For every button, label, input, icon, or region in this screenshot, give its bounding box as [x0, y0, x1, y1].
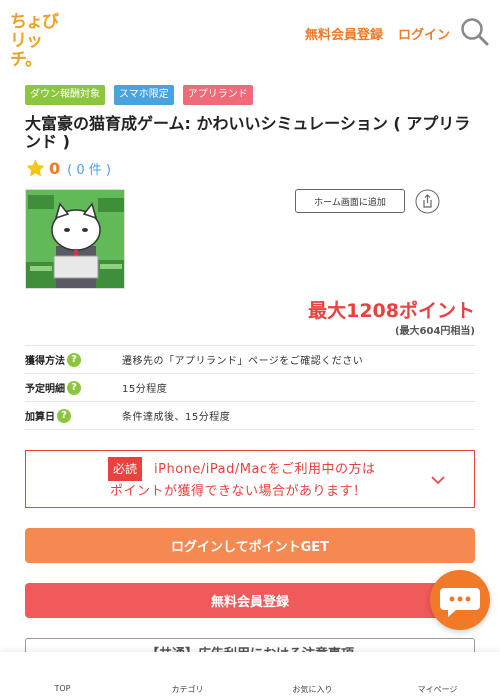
offer-tags: ダウン報酬対象 スマホ限定 アプリランド [25, 85, 253, 105]
rating-score: 0 [49, 159, 61, 178]
chat-icon[interactable] [430, 570, 490, 630]
app-icon [25, 189, 125, 289]
site-logo[interactable]: ちょび リッチ。 [10, 12, 70, 70]
info-key-credit-date: 加算日 [25, 412, 55, 423]
nav-category[interactable]: カテゴリ [125, 652, 250, 700]
nav-favorites[interactable]: お気に入り [250, 652, 375, 700]
cat-money-illustration [26, 190, 124, 288]
max-points: 最大1208ポイント [308, 300, 475, 322]
info-row-schedule: 予定明細? 15分程度 [25, 374, 475, 402]
register-button[interactable]: 無料会員登録 [25, 583, 475, 618]
info-row-method: 獲得方法? 遷移先の「アプリランド」ページをご確認ください [25, 346, 475, 374]
chevron-down-icon [431, 476, 445, 485]
info-value-credit-date: 条件達成後、15分程度 [122, 412, 231, 423]
header: ちょび リッチ。 無料会員登録 ログイン [0, 0, 500, 70]
notice-text: iPhone/iPad/Macをご利用中の方は ポイントが獲得できない場合があり… [110, 459, 390, 503]
info-key-method: 獲得方法 [25, 356, 65, 367]
logo-line2: リッチ。 [10, 31, 43, 70]
header-register-link[interactable]: 無料会員登録 [305, 24, 383, 43]
info-value-schedule: 15分程度 [122, 384, 168, 395]
info-value-method: 遷移先の「アプリランド」ページをご確認ください [122, 356, 364, 367]
help-icon[interactable]: ? [57, 408, 71, 423]
offer-info-table: 獲得方法? 遷移先の「アプリランド」ページをご確認ください 予定明細? 15分程… [25, 345, 475, 430]
chat-bubble-icon [440, 588, 480, 617]
search-icon[interactable] [460, 17, 490, 47]
bottom-nav: TOP カテゴリ お気に入り マイページ [0, 652, 500, 700]
info-key-schedule: 予定明細 [25, 384, 65, 395]
rating: 0 ( 0 件 ) [25, 158, 111, 179]
tag-down-reward: ダウン報酬対象 [25, 85, 105, 105]
tag-smartphone-only: スマホ限定 [114, 85, 174, 105]
notice-line1: iPhone/iPad/Macをご利用中の方は [154, 462, 376, 477]
max-points-yen: (最大604円相当) [394, 326, 475, 337]
logo-line1: ちょび [10, 12, 59, 32]
tag-appliland: アプリランド [182, 85, 253, 105]
info-row-credit-date: 加算日? 条件達成後、15分程度 [25, 402, 475, 430]
header-login-link[interactable]: ログイン [398, 24, 450, 43]
help-icon[interactable]: ? [67, 380, 81, 395]
share-icon[interactable] [415, 189, 440, 214]
nav-mypage[interactable]: マイページ [375, 652, 500, 700]
add-to-home-button[interactable]: ホーム画面に追加 [295, 189, 405, 213]
nav-top[interactable]: TOP [0, 652, 125, 700]
rating-count-link[interactable]: ( 0 件 ) [67, 159, 111, 178]
notice-line2: ポイントが獲得できない場合があります！ [110, 484, 367, 499]
ios-notice-accordion[interactable]: 必読 iPhone/iPad/Macをご利用中の方は ポイントが獲得できない場合… [25, 450, 475, 508]
help-icon[interactable]: ? [67, 352, 81, 367]
offer-title: 大富豪の猫育成ゲーム: かわいいシミュレーション ( アプリランド ) [25, 114, 471, 151]
star-icon [26, 159, 45, 177]
login-get-points-button[interactable]: ログインしてポイントGET [25, 528, 475, 563]
